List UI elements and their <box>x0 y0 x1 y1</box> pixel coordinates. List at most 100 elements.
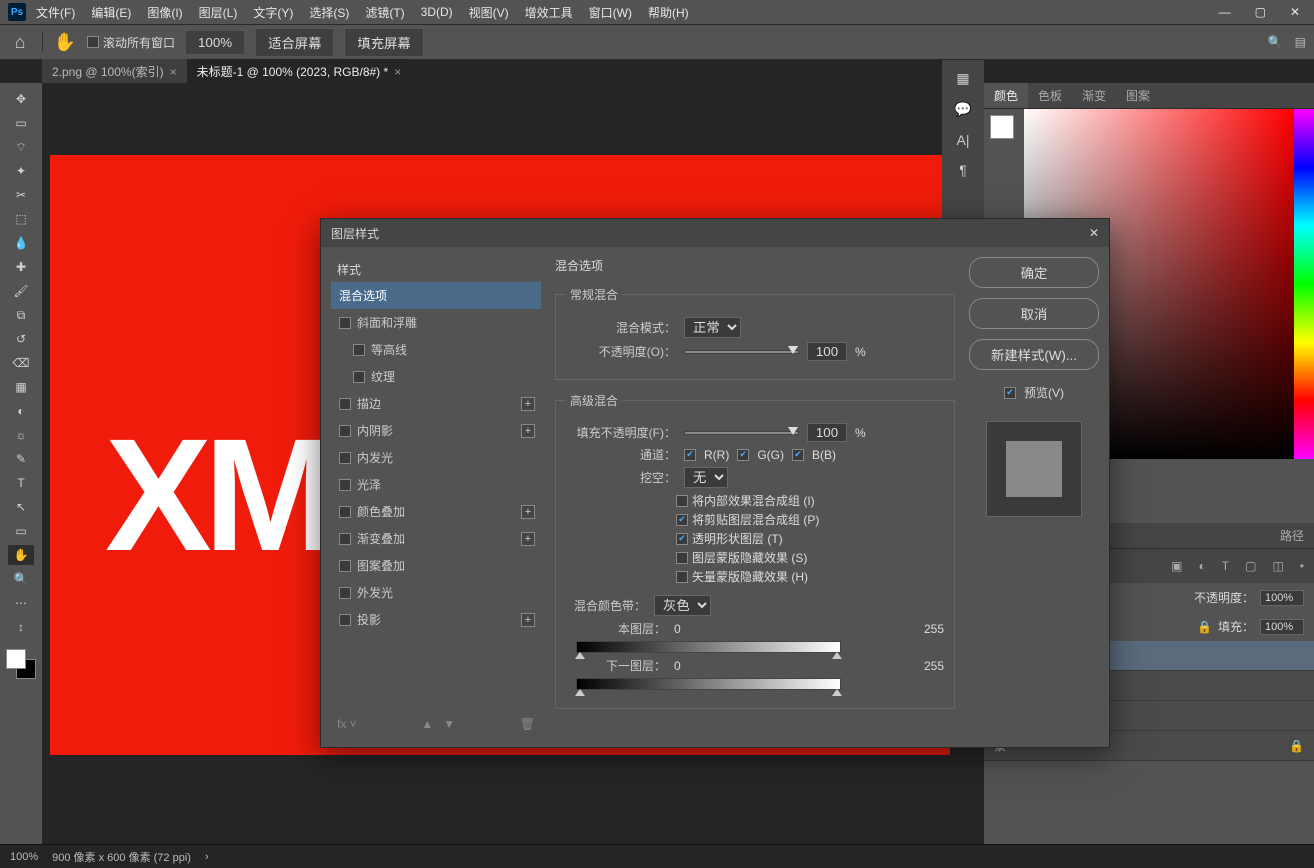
menu-file[interactable]: 文件(F) <box>30 4 81 21</box>
style-bevel[interactable]: 斜面和浮雕 <box>331 309 541 336</box>
gradient-tool[interactable]: ▦ <box>8 377 34 397</box>
status-zoom[interactable]: 100% <box>10 851 38 863</box>
panel-color-swatch[interactable] <box>990 115 1014 139</box>
blend-if-select[interactable]: 灰色 <box>654 595 711 616</box>
dodge-tool[interactable]: ☼ <box>8 425 34 445</box>
brush-tool[interactable]: 🖌 <box>8 281 34 301</box>
doc-tab-1[interactable]: 2.png @ 100%(索引) × <box>42 59 187 84</box>
rail-paragraph-icon[interactable]: ¶ <box>959 162 967 178</box>
style-drop-shadow[interactable]: 投影+ <box>331 606 541 633</box>
tab-patterns[interactable]: 图案 <box>1116 83 1160 108</box>
menu-image[interactable]: 图像(I) <box>141 4 188 21</box>
style-contour[interactable]: 等高线 <box>331 336 541 363</box>
style-blending-options[interactable]: 混合选项 <box>331 282 541 309</box>
channel-g-checkbox[interactable] <box>737 449 749 461</box>
add-color-overlay-icon[interactable]: + <box>521 505 535 519</box>
opacity-slider[interactable] <box>684 350 799 354</box>
menu-help[interactable]: 帮助(H) <box>642 4 695 21</box>
cb-mask-hides[interactable] <box>676 552 688 564</box>
add-stroke-icon[interactable]: + <box>521 397 535 411</box>
doc-tab-2[interactable]: 未标题-1 @ 100% (2023, RGB/8#) * × <box>187 59 412 84</box>
fill-opacity-input[interactable] <box>807 423 847 442</box>
cb-clipped[interactable] <box>676 514 688 526</box>
tab-gradients[interactable]: 渐变 <box>1072 83 1116 108</box>
hand-tool-icon[interactable]: ✋ <box>53 30 77 54</box>
move-up-icon[interactable]: ▲ <box>421 717 433 731</box>
clone-stamp-tool[interactable]: ⧉ <box>8 305 34 325</box>
new-style-button[interactable]: 新建样式(W)... <box>969 339 1099 370</box>
healing-tool[interactable]: ✚ <box>8 257 34 277</box>
filter-shape-icon[interactable]: ▢ <box>1245 559 1256 573</box>
menu-window[interactable]: 窗口(W) <box>583 4 638 21</box>
menu-3d[interactable]: 3D(D) <box>415 5 459 19</box>
opacity-input[interactable] <box>807 342 847 361</box>
more-tools[interactable]: ⋯ <box>8 593 34 613</box>
menu-filter[interactable]: 滤镜(T) <box>359 4 410 21</box>
shape-tool[interactable]: ▭ <box>8 521 34 541</box>
edit-toolbar[interactable]: ↕ <box>8 617 34 637</box>
magic-wand-tool[interactable]: ✦ <box>8 161 34 181</box>
filter-type-icon[interactable]: T <box>1222 559 1229 573</box>
path-select-tool[interactable]: ↖ <box>8 497 34 517</box>
preview-checkbox[interactable] <box>1004 387 1016 399</box>
blend-mode-select[interactable]: 正常 <box>684 317 741 338</box>
close-tab-icon[interactable]: × <box>170 65 177 79</box>
tab-paths[interactable]: 路径 <box>1270 523 1314 548</box>
this-layer-slider[interactable] <box>576 641 841 653</box>
fill-value[interactable]: 100% <box>1260 619 1304 635</box>
style-stroke[interactable]: 描边+ <box>331 390 541 417</box>
style-satin[interactable]: 光泽 <box>331 471 541 498</box>
style-inner-shadow[interactable]: 内阴影+ <box>331 417 541 444</box>
history-brush-tool[interactable]: ↺ <box>8 329 34 349</box>
channel-r-checkbox[interactable] <box>684 449 696 461</box>
lasso-tool[interactable]: ⌔ <box>8 137 34 157</box>
style-pattern-overlay[interactable]: 图案叠加 <box>331 552 541 579</box>
hue-slider[interactable] <box>1294 109 1314 459</box>
style-gradient-overlay[interactable]: 渐变叠加+ <box>331 525 541 552</box>
rail-character-icon[interactable]: A| <box>957 132 970 148</box>
filter-smart-icon[interactable]: ◫ <box>1272 559 1283 573</box>
menu-layer[interactable]: 图层(L) <box>193 4 244 21</box>
lock-icon[interactable]: 🔒 <box>1197 620 1212 634</box>
move-down-icon[interactable]: ▼ <box>443 717 455 731</box>
filter-toggle-icon[interactable]: • <box>1300 559 1304 573</box>
status-chevron-icon[interactable]: › <box>205 851 209 863</box>
add-drop-shadow-icon[interactable]: + <box>521 613 535 627</box>
fx-icon[interactable]: fx ˅ <box>337 717 357 731</box>
blur-tool[interactable]: ◐ <box>8 401 34 421</box>
cb-trans-shapes[interactable] <box>676 533 688 545</box>
workspace-icon[interactable]: ▤ <box>1295 35 1306 49</box>
rail-comment-icon[interactable]: 💬 <box>954 101 971 118</box>
fit-screen-button[interactable]: 适合屏幕 <box>255 28 334 57</box>
filter-adjust-icon[interactable]: ◐ <box>1199 559 1206 573</box>
channel-b-checkbox[interactable] <box>792 449 804 461</box>
style-outer-glow[interactable]: 外发光 <box>331 579 541 606</box>
search-icon[interactable]: 🔍 <box>1268 35 1283 49</box>
menu-type[interactable]: 文字(Y) <box>247 4 299 21</box>
move-tool[interactable]: ✥ <box>8 89 34 109</box>
style-texture[interactable]: 纹理 <box>331 363 541 390</box>
marquee-tool[interactable]: ▭ <box>8 113 34 133</box>
type-tool[interactable]: T <box>8 473 34 493</box>
pen-tool[interactable]: ✎ <box>8 449 34 469</box>
filter-image-icon[interactable]: ▣ <box>1171 559 1182 573</box>
color-swatches[interactable] <box>6 649 36 679</box>
zoom-tool[interactable]: 🔍 <box>8 569 34 589</box>
eraser-tool[interactable]: ⌫ <box>8 353 34 373</box>
trash-icon[interactable]: 🗑 <box>520 717 535 731</box>
eyedropper-tool[interactable]: 💧 <box>8 233 34 253</box>
fill-screen-button[interactable]: 填充屏幕 <box>344 28 423 57</box>
home-icon[interactable]: ⌂ <box>8 30 32 54</box>
scroll-all-checkbox[interactable]: 滚动所有窗口 <box>87 34 175 51</box>
close-tab-icon[interactable]: × <box>394 65 401 79</box>
status-doc-info[interactable]: 900 像素 x 600 像素 (72 ppi) <box>52 849 191 865</box>
under-layer-slider[interactable] <box>576 678 841 690</box>
tab-swatches[interactable]: 色板 <box>1028 83 1072 108</box>
ok-button[interactable]: 确定 <box>969 257 1099 288</box>
hand-tool[interactable]: ✋ <box>8 545 34 565</box>
rail-libraries-icon[interactable]: ▦ <box>956 70 969 87</box>
add-gradient-overlay-icon[interactable]: + <box>521 532 535 546</box>
fill-opacity-slider[interactable] <box>684 431 799 435</box>
close-icon[interactable]: ✕ <box>1284 5 1306 19</box>
opacity-value[interactable]: 100% <box>1260 590 1304 606</box>
